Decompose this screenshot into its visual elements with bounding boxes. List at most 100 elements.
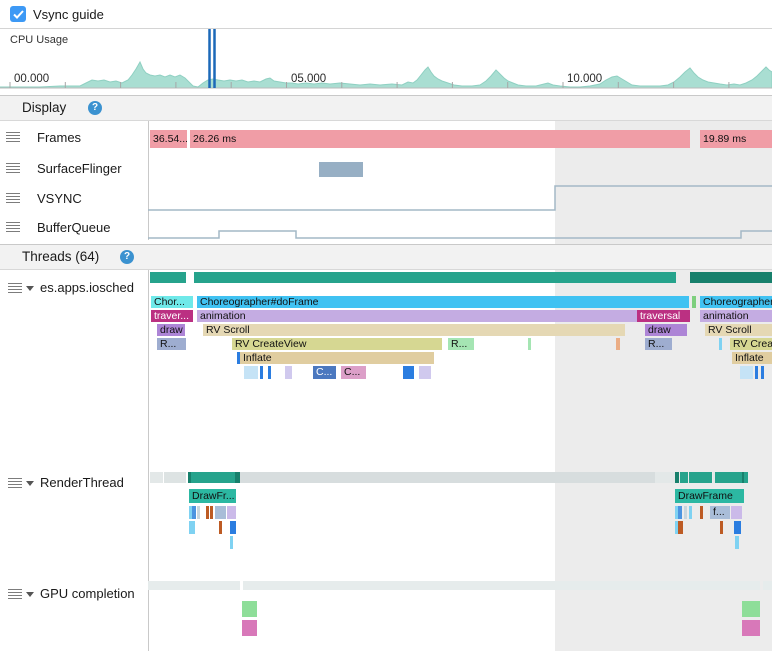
trace-span-draw[interactable]: draw	[157, 324, 185, 336]
trace-span[interactable]	[403, 366, 414, 379]
collapse-triangle-icon[interactable]	[26, 481, 34, 486]
trace-span[interactable]	[215, 506, 226, 519]
trace-span[interactable]	[194, 272, 676, 283]
trace-span-traversal[interactable]: traversal	[637, 310, 690, 322]
axis-tick-label: 10.000	[567, 73, 602, 85]
trace-span[interactable]	[690, 272, 772, 283]
trace-span-animation[interactable]: animation	[197, 310, 637, 322]
trace-span-choreographer-doframe[interactable]: Choreographer#doFrame	[197, 296, 689, 308]
trace-span[interactable]	[678, 521, 683, 534]
drag-handle[interactable]	[8, 589, 22, 600]
trace-span-c[interactable]: C...	[313, 366, 336, 379]
trace-span[interactable]	[692, 296, 696, 308]
trace-span-rv-createview[interactable]: RV CreateView	[730, 338, 772, 350]
trace-span-c[interactable]: C...	[341, 366, 366, 379]
trace-span[interactable]	[230, 521, 236, 534]
trace-span-inflate[interactable]: Inflate	[732, 352, 772, 364]
collapse-triangle-icon[interactable]	[26, 286, 34, 291]
trace-span-rv-createview[interactable]: RV CreateView	[232, 338, 442, 350]
trace-span[interactable]	[244, 366, 258, 379]
trace-span-r[interactable]: R...	[157, 338, 186, 350]
trace-span[interactable]	[206, 506, 209, 519]
trace-span[interactable]	[740, 366, 753, 379]
trace-span-draw[interactable]: draw	[645, 324, 687, 336]
trace-span[interactable]	[655, 472, 675, 483]
trace-span[interactable]	[419, 366, 431, 379]
trace-span-drawfr[interactable]: DrawFr...	[189, 489, 236, 503]
trace-span[interactable]	[689, 506, 692, 519]
drag-handle[interactable]	[8, 283, 22, 294]
trace-span[interactable]	[192, 521, 195, 534]
trace-span-r[interactable]: R...	[645, 338, 672, 350]
trace-span[interactable]	[150, 472, 163, 483]
trace-span[interactable]	[734, 521, 741, 534]
help-icon[interactable]: ?	[88, 101, 102, 115]
trace-span[interactable]	[268, 366, 271, 379]
trace-span[interactable]	[242, 620, 257, 636]
trace-span[interactable]	[227, 506, 236, 519]
thread-label-gpu-completion[interactable]: GPU completion	[40, 586, 135, 601]
drag-handle[interactable]	[8, 478, 22, 489]
trace-span-r[interactable]: R...	[448, 338, 474, 350]
thread-label-iosched[interactable]: es.apps.iosched	[40, 280, 134, 295]
trace-span[interactable]	[731, 506, 742, 519]
trace-span-rv-scroll[interactable]: RV Scroll	[203, 324, 625, 336]
trace-span-19-89-ms[interactable]: 19.89 ms	[700, 130, 772, 148]
trace-span[interactable]	[240, 472, 655, 483]
threads-section-header[interactable]: Threads (64) ?	[0, 244, 772, 270]
cpu-usage-track[interactable]: CPU Usage 00.000 05.000 10.000	[0, 29, 772, 93]
toolbar: Vsync guide	[0, 0, 772, 29]
collapse-triangle-icon[interactable]	[26, 592, 34, 597]
trace-span[interactable]	[219, 521, 222, 534]
trace-span[interactable]	[684, 506, 687, 519]
trace-span[interactable]	[720, 521, 723, 534]
trace-span[interactable]	[528, 338, 531, 350]
axis-tick-label: 05.000	[291, 73, 326, 85]
trace-span[interactable]	[164, 472, 186, 483]
trace-span[interactable]	[700, 506, 703, 519]
trace-span-f[interactable]: f...	[710, 506, 730, 519]
trace-span[interactable]	[742, 620, 760, 636]
trace-span-26-26-ms[interactable]: 26.26 ms	[190, 130, 690, 148]
trace-span-animation[interactable]: animation	[700, 310, 772, 322]
thread-label-renderthread[interactable]: RenderThread	[40, 475, 124, 490]
trace-span[interactable]	[230, 536, 233, 549]
trace-span[interactable]	[675, 472, 679, 483]
trace-span[interactable]	[192, 506, 196, 519]
trace-span[interactable]	[210, 506, 213, 519]
trace-span[interactable]	[719, 338, 722, 350]
trace-span-traver[interactable]: traver...	[151, 310, 193, 322]
trace-span-drawframe[interactable]: DrawFrame	[675, 489, 744, 503]
trace-span[interactable]	[755, 366, 758, 379]
trace-span[interactable]	[735, 536, 739, 549]
trace-span[interactable]	[148, 581, 240, 590]
trace-span[interactable]	[761, 366, 764, 379]
display-section-header[interactable]: Display ?	[0, 95, 772, 121]
axis-tick-label: 00.000	[14, 73, 49, 85]
trace-span-inflate[interactable]: Inflate	[240, 352, 434, 364]
trace-span-rv-scroll[interactable]: RV Scroll	[705, 324, 772, 336]
trace-span[interactable]	[191, 472, 235, 483]
vsync-guide-checkbox[interactable]	[10, 6, 26, 22]
trace-span[interactable]	[260, 366, 263, 379]
trace-span[interactable]	[319, 162, 363, 177]
trace-span[interactable]	[744, 472, 748, 483]
trace-span[interactable]	[285, 366, 292, 379]
trace-span-chor[interactable]: Chor...	[151, 296, 193, 308]
trace-span-36-54[interactable]: 36.54...	[150, 130, 187, 148]
trace-span[interactable]	[715, 472, 742, 483]
trace-span[interactable]	[742, 601, 760, 617]
trace-span-choreographer-doframe[interactable]: Choreographer#doFrame	[700, 296, 772, 308]
cpu-usage-title: CPU Usage	[10, 34, 68, 46]
trace-span[interactable]	[243, 581, 760, 590]
trace-span[interactable]	[197, 506, 200, 519]
trace-span[interactable]	[678, 506, 682, 519]
help-icon[interactable]: ?	[120, 250, 134, 264]
trace-span[interactable]	[763, 581, 772, 590]
vsync-guide-label: Vsync guide	[33, 7, 104, 22]
trace-span[interactable]	[689, 472, 712, 483]
trace-span[interactable]	[150, 272, 186, 283]
trace-span[interactable]	[616, 338, 620, 350]
trace-span[interactable]	[680, 472, 688, 483]
trace-span[interactable]	[242, 601, 257, 617]
